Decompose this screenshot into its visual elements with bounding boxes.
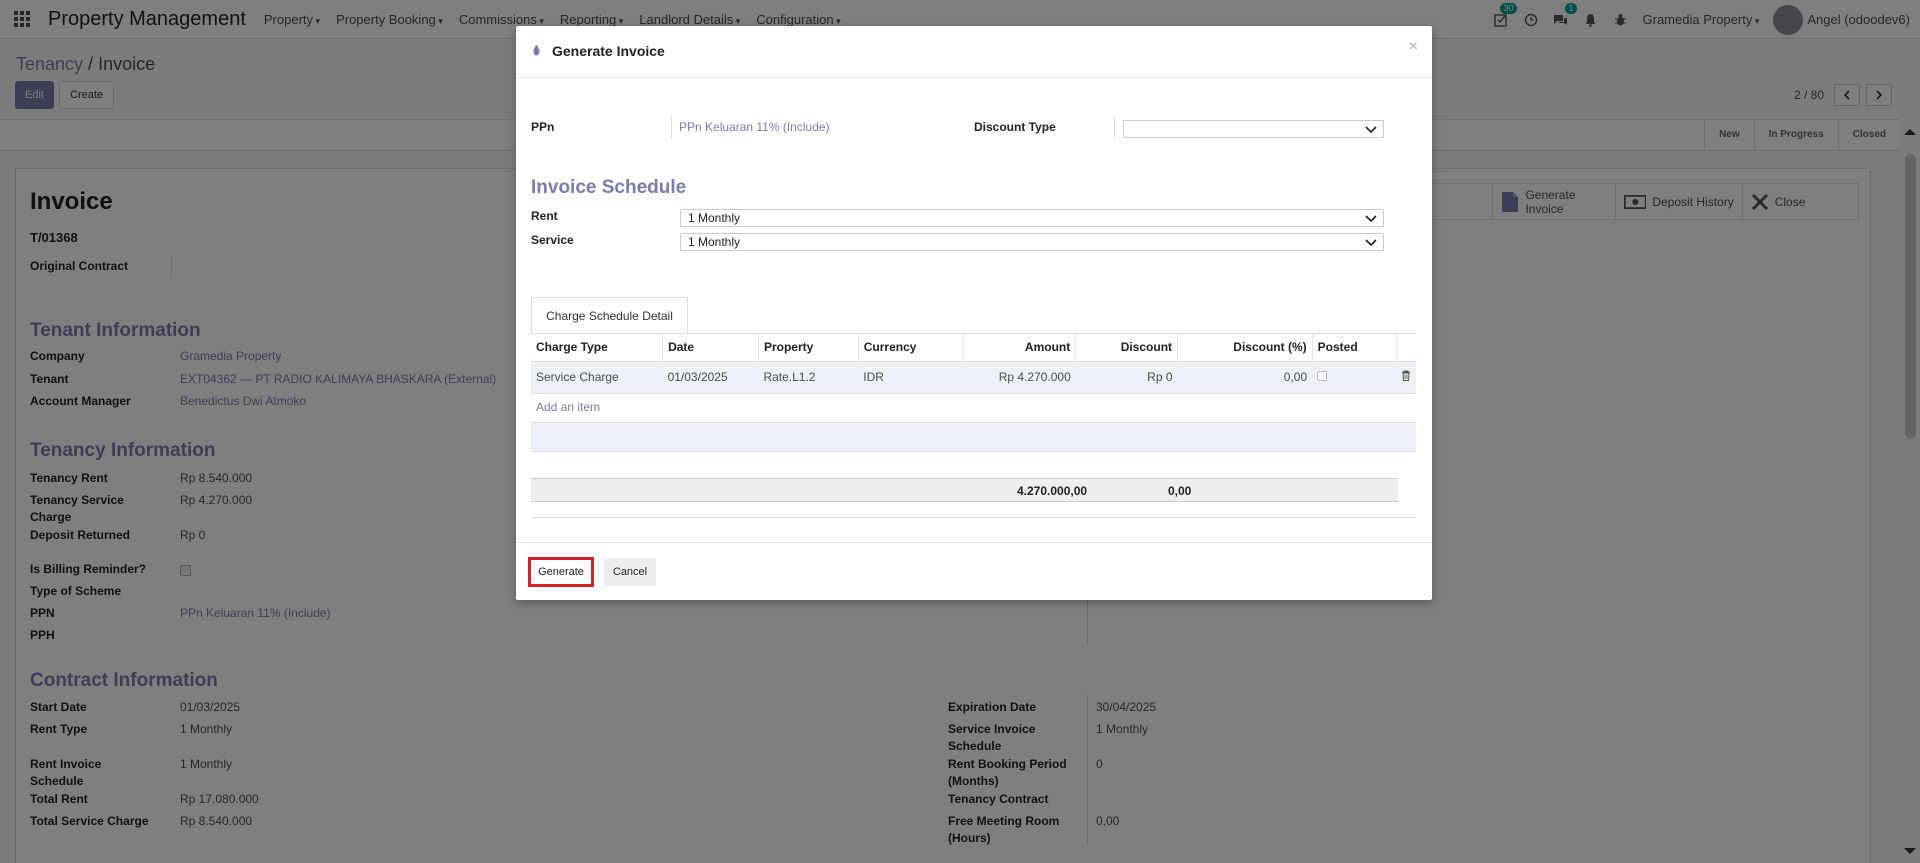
cell-date[interactable]: 01/03/2025 xyxy=(662,361,759,394)
cell-discount-pct[interactable]: 0,00 xyxy=(1177,361,1313,394)
service-schedule-select[interactable]: 1 Monthly xyxy=(680,233,1384,251)
ppn-label: PPn xyxy=(531,120,555,134)
col-date[interactable]: Date xyxy=(662,334,759,362)
col-amount[interactable]: Amount xyxy=(963,334,1077,362)
rent-schedule-select[interactable]: 1 Monthly xyxy=(680,209,1384,227)
cell-currency[interactable]: IDR xyxy=(858,361,964,394)
charge-schedule-table: Charge Type Date Property Currency Amoun… xyxy=(531,334,1416,394)
discount-type-label: Discount Type xyxy=(974,120,1056,134)
field-divider xyxy=(1114,116,1115,138)
cell-property[interactable]: Rate.L1.2 xyxy=(758,361,859,394)
col-charge-type[interactable]: Charge Type xyxy=(531,334,664,362)
col-posted[interactable]: Posted xyxy=(1312,334,1397,362)
col-property[interactable]: Property xyxy=(758,334,859,362)
tab-charge-schedule-detail[interactable]: Charge Schedule Detail xyxy=(531,297,688,334)
invoice-schedule-section: Invoice Schedule xyxy=(531,177,687,198)
generate-invoice-dialog: Generate Invoice × PPn PPn Keluaran 11% … xyxy=(516,26,1432,600)
cell-discount[interactable]: Rp 0 xyxy=(1075,361,1178,394)
rent-schedule-value: 1 Monthly xyxy=(688,211,741,225)
totals-row: 4.270.000,00 0,00 xyxy=(531,478,1398,502)
col-discount[interactable]: Discount xyxy=(1075,334,1179,362)
rent-label: Rent xyxy=(531,209,558,223)
trash-icon[interactable] xyxy=(1401,370,1411,381)
col-discount-pct[interactable]: Discount (%) xyxy=(1177,334,1313,362)
col-actions xyxy=(1396,334,1416,362)
service-schedule-value: 1 Monthly xyxy=(688,235,741,249)
row-divider xyxy=(531,517,1416,518)
service-label: Service xyxy=(531,233,574,247)
chevron-down-icon xyxy=(1365,126,1377,134)
total-discount: 0,00 xyxy=(1168,484,1192,498)
close-icon[interactable]: × xyxy=(1409,38,1418,56)
row-divider xyxy=(531,451,1416,452)
table-header-row: Charge Type Date Property Currency Amoun… xyxy=(531,334,1416,362)
field-divider xyxy=(671,116,672,138)
cell-actions xyxy=(1396,361,1416,394)
modal-header: Generate Invoice × xyxy=(516,26,1432,78)
add-item-link[interactable]: Add an item xyxy=(536,400,600,414)
chevron-down-icon xyxy=(1365,215,1377,223)
ppn-value[interactable]: PPn Keluaran 11% (Include) xyxy=(679,120,830,134)
debug-bug-icon[interactable] xyxy=(532,45,541,56)
total-amount: 4.270.000,00 xyxy=(1017,484,1088,498)
discount-type-select[interactable] xyxy=(1123,120,1384,138)
cancel-button[interactable]: Cancel xyxy=(604,558,656,586)
generate-button[interactable]: Generate xyxy=(528,557,594,587)
col-currency[interactable]: Currency xyxy=(858,334,964,362)
modal-footer: Generate Cancel xyxy=(516,542,1432,600)
table-row[interactable]: Service Charge 01/03/2025 Rate.L1.2 IDR … xyxy=(531,361,1416,394)
chevron-down-icon xyxy=(1365,239,1377,247)
modal-title: Generate Invoice xyxy=(552,43,665,59)
cell-posted xyxy=(1312,361,1396,394)
cell-amount[interactable]: Rp 4.270.000 xyxy=(963,361,1076,394)
posted-checkbox[interactable] xyxy=(1317,371,1328,381)
empty-row xyxy=(531,423,1416,451)
cell-charge-type[interactable]: Service Charge xyxy=(531,361,663,394)
